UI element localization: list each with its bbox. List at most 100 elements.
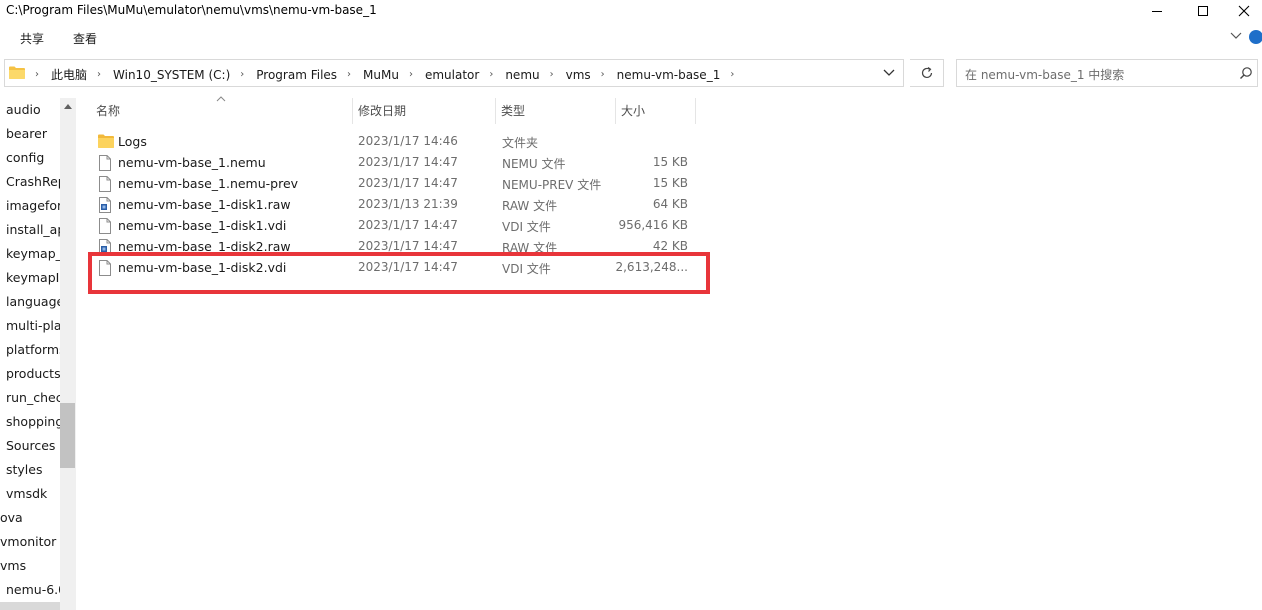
nav-item-styles[interactable]: styles: [6, 458, 66, 482]
nav-item-run-check[interactable]: run_check: [6, 386, 66, 410]
chevron-right-icon[interactable]: ›: [601, 69, 605, 80]
file-name: nemu-vm-base_1-disk2.raw: [118, 239, 291, 254]
file-row-logs[interactable]: Logs 2023/1/17 14:46 文件夹: [90, 131, 700, 152]
folder-icon: [98, 134, 114, 148]
sidebar-scrollbar[interactable]: [60, 98, 75, 610]
breadcrumb-nemu[interactable]: nemu: [505, 68, 539, 82]
maximize-button[interactable]: [1180, 0, 1226, 22]
file-type: RAW 文件: [502, 241, 558, 255]
file-size: 15 KB: [652, 176, 688, 190]
column-divider[interactable]: [695, 98, 696, 124]
minimize-button[interactable]: [1134, 0, 1180, 22]
title-bar: C:\Program Files\MuMu\emulator\nemu\vms\…: [0, 0, 1262, 22]
file-type: RAW 文件: [502, 199, 558, 213]
address-field[interactable]: › 此电脑 › Win10_SYSTEM (C:) › Program File…: [4, 59, 904, 87]
nav-item-products[interactable]: products: [6, 362, 66, 386]
breadcrumb-nemu-vm-base-1[interactable]: nemu-vm-base_1: [617, 68, 721, 82]
tab-view[interactable]: 查看: [73, 30, 97, 47]
ribbon-expand-chevron-icon[interactable]: [1230, 32, 1242, 40]
refresh-button[interactable]: [910, 59, 944, 87]
chevron-right-icon[interactable]: ›: [730, 69, 734, 80]
raw-file-icon: [99, 239, 111, 255]
nav-item-platforms[interactable]: platforms: [6, 338, 66, 362]
sidebar-scrollbar-thumb[interactable]: [60, 403, 75, 468]
breadcrumb-vms[interactable]: vms: [566, 68, 591, 82]
file-type: VDI 文件: [502, 220, 551, 234]
breadcrumb-this-pc[interactable]: 此电脑: [51, 66, 87, 83]
nav-item-nemu-6[interactable]: nemu-6.0: [6, 578, 66, 602]
refresh-icon: [921, 67, 932, 79]
search-icon[interactable]: [1239, 66, 1253, 80]
breadcrumb-mumu[interactable]: MuMu: [363, 68, 399, 82]
close-button[interactable]: [1226, 0, 1262, 22]
navigation-pane: audio bearer config CrashRep imagefor in…: [0, 98, 76, 610]
nav-item-keymap-c[interactable]: keymap_c: [6, 242, 66, 266]
file-date: 2023/1/17 14:46: [358, 134, 458, 148]
column-header-name[interactable]: 名称: [90, 98, 352, 124]
column-header-date[interactable]: 修改日期: [352, 98, 496, 124]
chevron-right-icon[interactable]: ›: [35, 69, 39, 80]
help-icon[interactable]: [1249, 30, 1262, 44]
chevron-right-icon[interactable]: ›: [489, 69, 493, 80]
address-bar: › 此电脑 › Win10_SYSTEM (C:) › Program File…: [0, 58, 1262, 88]
file-name: Logs: [118, 134, 147, 149]
nav-item-install-ap[interactable]: install_ap: [6, 218, 66, 242]
breadcrumb-emulator[interactable]: emulator: [425, 68, 479, 82]
file-row-nemu-prev[interactable]: nemu-vm-base_1.nemu-prev 2023/1/17 14:47…: [90, 173, 700, 194]
window-title: C:\Program Files\MuMu\emulator\nemu\vms\…: [6, 3, 377, 17]
chevron-right-icon[interactable]: ›: [409, 69, 413, 80]
file-date: 2023/1/17 14:47: [358, 155, 458, 169]
nav-item-imagefor[interactable]: imagefor: [6, 194, 66, 218]
file-name: nemu-vm-base_1-disk2.vdi: [118, 260, 287, 275]
ribbon: 共享 查看: [0, 24, 1262, 52]
file-icon: [99, 218, 111, 234]
maximize-icon: [1198, 6, 1208, 16]
file-date: 2023/1/17 14:47: [358, 239, 458, 253]
tab-share[interactable]: 共享: [20, 30, 44, 47]
nav-item-ova[interactable]: ova: [0, 506, 60, 530]
nav-item-sources[interactable]: Sources: [6, 434, 66, 458]
nav-item-audio[interactable]: audio: [6, 98, 66, 122]
address-history-dropdown-icon[interactable]: [883, 66, 895, 80]
minimize-icon: [1152, 10, 1162, 12]
scroll-up-arrow-icon[interactable]: [64, 103, 72, 109]
file-row-nemu[interactable]: nemu-vm-base_1.nemu 2023/1/17 14:47 NEMU…: [90, 152, 700, 173]
column-header-type[interactable]: 类型: [495, 98, 615, 124]
file-size: 956,416 KB: [618, 218, 688, 232]
chevron-right-icon[interactable]: ›: [97, 69, 101, 80]
chevron-right-icon[interactable]: ›: [240, 69, 244, 80]
nav-item-language[interactable]: language: [6, 290, 66, 314]
breadcrumb: › 此电脑 › Win10_SYSTEM (C:) › Program File…: [27, 66, 746, 83]
file-name: nemu-vm-base_1.nemu: [118, 155, 266, 170]
file-type: VDI 文件: [502, 262, 551, 276]
nav-item-config[interactable]: config: [6, 146, 66, 170]
selected-nav-item-highlight: [0, 602, 60, 610]
breadcrumb-program-files[interactable]: Program Files: [256, 68, 337, 82]
chevron-right-icon[interactable]: ›: [347, 69, 351, 80]
nav-item-vmonitor[interactable]: vmonitor: [0, 530, 60, 554]
search-field[interactable]: 在 nemu-vm-base_1 中搜索: [956, 59, 1258, 87]
nav-item-vmsdk[interactable]: vmsdk: [6, 482, 66, 506]
chevron-right-icon[interactable]: ›: [550, 69, 554, 80]
file-date: 2023/1/13 21:39: [358, 197, 458, 211]
file-icon: [99, 176, 111, 192]
file-row-disk2-vdi[interactable]: nemu-vm-base_1-disk2.vdi 2023/1/17 14:47…: [90, 257, 700, 278]
search-placeholder: 在 nemu-vm-base_1 中搜索: [965, 68, 1125, 82]
file-row-disk1-vdi[interactable]: nemu-vm-base_1-disk1.vdi 2023/1/17 14:47…: [90, 215, 700, 236]
folder-icon: [9, 66, 25, 79]
nav-item-multi-play[interactable]: multi-play: [6, 314, 66, 338]
file-icon: [99, 155, 111, 171]
file-row-disk2-raw[interactable]: nemu-vm-base_1-disk2.raw 2023/1/17 14:47…: [90, 236, 700, 257]
file-row-disk1-raw[interactable]: nemu-vm-base_1-disk1.raw 2023/1/13 21:39…: [90, 194, 700, 215]
raw-file-icon: [99, 197, 111, 213]
nav-item-vms[interactable]: vms: [0, 554, 60, 578]
close-icon: [1238, 5, 1250, 17]
column-header-size[interactable]: 大小: [615, 98, 695, 124]
nav-item-bearer[interactable]: bearer: [6, 122, 66, 146]
file-size: 2,613,248...: [615, 260, 688, 274]
nav-item-shopping[interactable]: shopping: [6, 410, 66, 434]
nav-item-crashrep[interactable]: CrashRep: [6, 170, 66, 194]
breadcrumb-drive-c[interactable]: Win10_SYSTEM (C:): [113, 68, 230, 82]
nav-item-keymapiii[interactable]: keymapIII: [6, 266, 66, 290]
file-type: NEMU 文件: [502, 157, 566, 171]
